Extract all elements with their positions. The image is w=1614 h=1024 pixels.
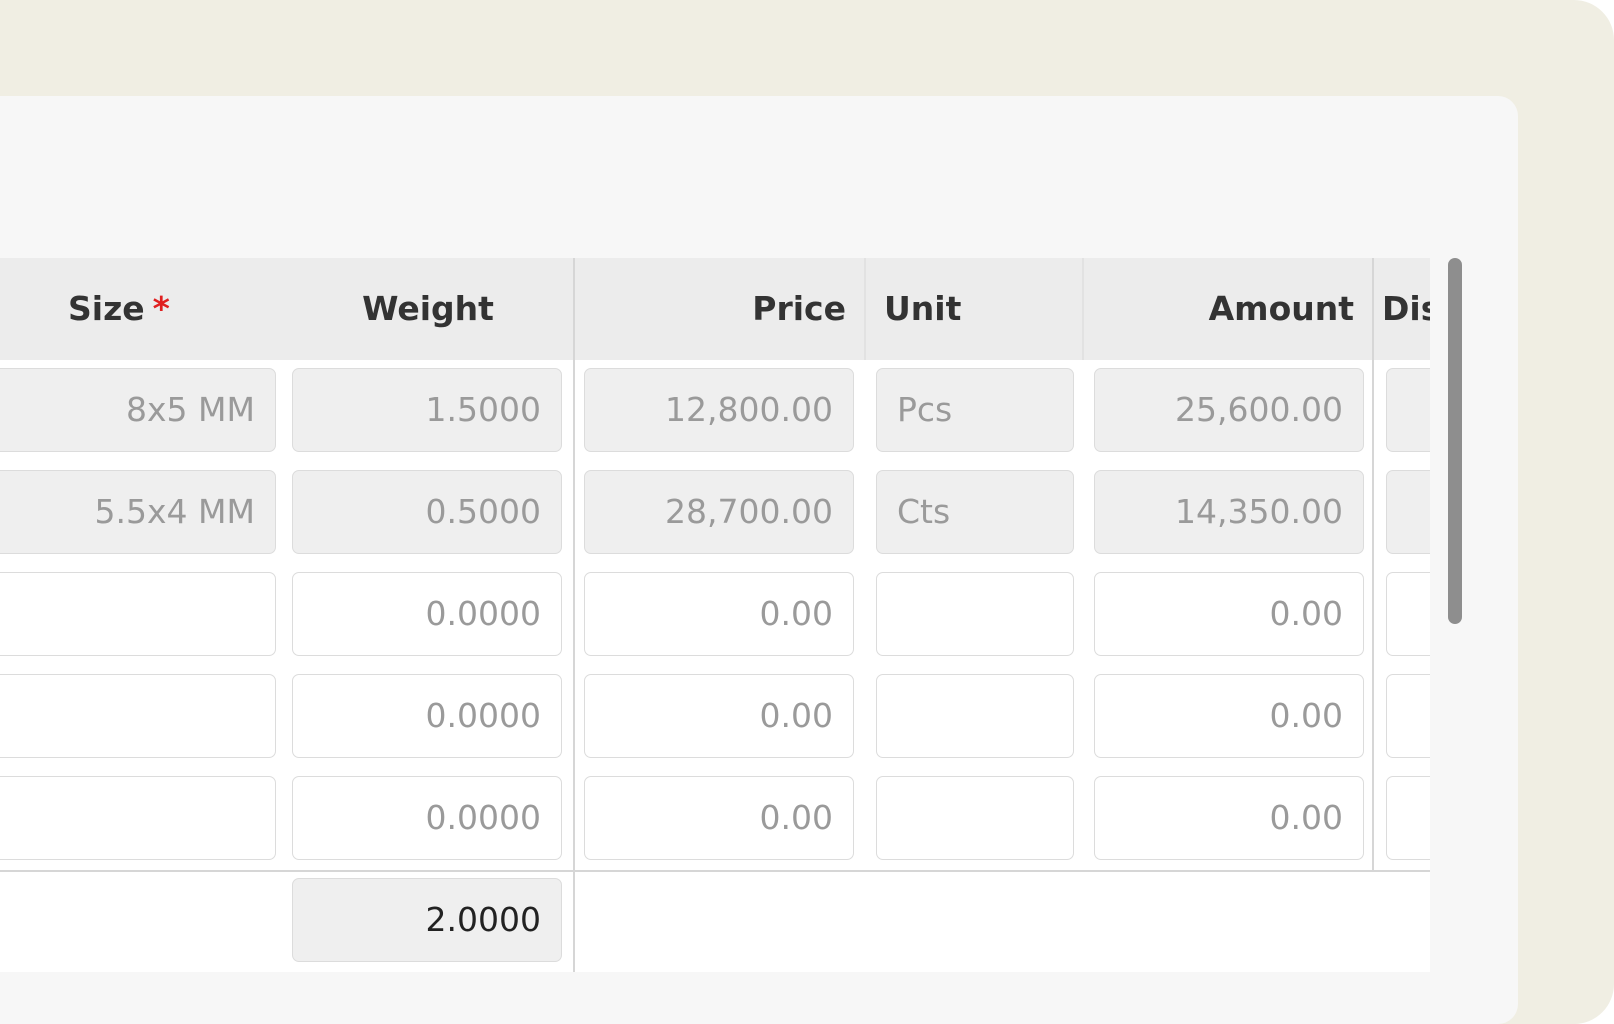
unit-input[interactable] bbox=[876, 776, 1074, 860]
totals-divider bbox=[0, 870, 1430, 872]
unit-input[interactable]: Pcs bbox=[876, 368, 1074, 452]
price-input[interactable]: 0.00 bbox=[584, 674, 854, 758]
price-input[interactable]: 12,800.00 bbox=[584, 368, 854, 452]
discount-input[interactable] bbox=[1386, 368, 1430, 452]
unit-input[interactable] bbox=[876, 674, 1074, 758]
column-header-size-label: Size bbox=[68, 289, 145, 328]
discount-input[interactable] bbox=[1386, 776, 1430, 860]
size-input[interactable] bbox=[0, 776, 276, 860]
unit-input[interactable]: Cts bbox=[876, 470, 1074, 554]
price-input[interactable]: 28,700.00 bbox=[584, 470, 854, 554]
size-input[interactable] bbox=[0, 674, 276, 758]
column-header-weight[interactable]: Weight bbox=[292, 258, 564, 360]
amount-input[interactable]: 0.00 bbox=[1094, 572, 1364, 656]
column-header-amount[interactable]: Amount bbox=[1090, 258, 1354, 360]
price-input[interactable]: 0.00 bbox=[584, 776, 854, 860]
amount-input[interactable]: 0.00 bbox=[1094, 776, 1364, 860]
column-divider bbox=[573, 258, 575, 972]
vertical-scrollbar[interactable] bbox=[1448, 258, 1462, 624]
column-header-size[interactable]: Size * bbox=[68, 258, 170, 360]
amount-input[interactable]: 0.00 bbox=[1094, 674, 1364, 758]
column-header-unit[interactable]: Unit bbox=[884, 258, 961, 360]
discount-input[interactable] bbox=[1386, 470, 1430, 554]
column-divider bbox=[1082, 258, 1084, 360]
column-header-discount[interactable]: Dis bbox=[1382, 258, 1430, 360]
grid-header: Size* Weight Price Unit Amount Dis bbox=[0, 258, 1430, 360]
weight-input[interactable]: 0.0000 bbox=[292, 674, 562, 758]
size-input[interactable]: 8x5 MM bbox=[0, 368, 276, 452]
column-divider bbox=[864, 258, 866, 360]
required-mark: * bbox=[152, 289, 170, 328]
weight-input[interactable]: 0.5000 bbox=[292, 470, 562, 554]
discount-input[interactable] bbox=[1386, 572, 1430, 656]
amount-input[interactable]: 25,600.00 bbox=[1094, 368, 1364, 452]
unit-input[interactable] bbox=[876, 572, 1074, 656]
weight-input[interactable]: 0.0000 bbox=[292, 572, 562, 656]
price-input[interactable]: 0.00 bbox=[584, 572, 854, 656]
items-grid: Size* Weight Price Unit Amount Dis 8x5 M… bbox=[0, 258, 1430, 972]
total-weight: 2.0000 bbox=[292, 878, 562, 962]
column-header-price[interactable]: Price bbox=[580, 258, 846, 360]
amount-input[interactable]: 14,350.00 bbox=[1094, 470, 1364, 554]
discount-input[interactable] bbox=[1386, 674, 1430, 758]
size-input[interactable]: 5.5x4 MM bbox=[0, 470, 276, 554]
weight-input[interactable]: 0.0000 bbox=[292, 776, 562, 860]
size-input[interactable] bbox=[0, 572, 276, 656]
column-divider bbox=[1372, 258, 1374, 872]
weight-input[interactable]: 1.5000 bbox=[292, 368, 562, 452]
